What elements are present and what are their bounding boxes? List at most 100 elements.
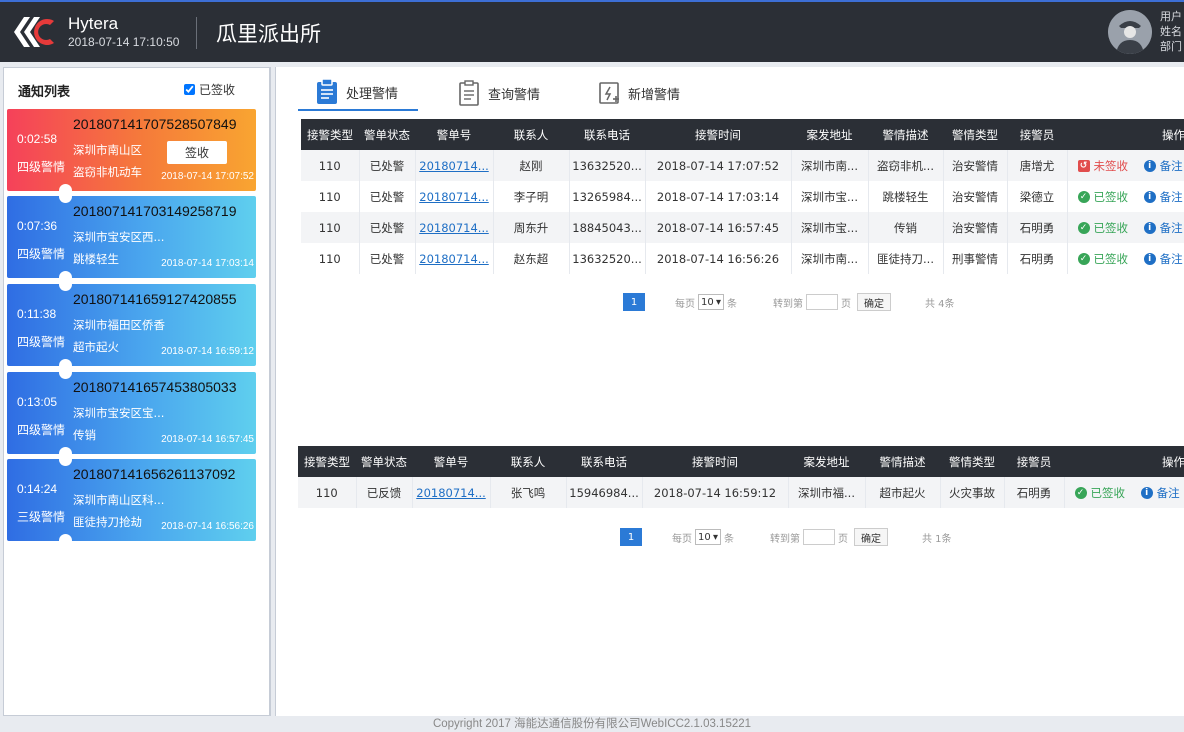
alarm-number-link[interactable]: 20180714...	[416, 486, 486, 500]
notification-card[interactable]: 0:11:38 四级警情 201807141659127420855 深圳市福田…	[7, 278, 256, 372]
notification-card[interactable]: 0:13:05 四级警情 201807141657453805033 深圳市宝安…	[7, 366, 256, 460]
check-icon: ✓	[1077, 222, 1090, 234]
cell-address: 深圳市南...	[791, 243, 869, 274]
cell-description: 传销	[868, 212, 944, 243]
sign-button[interactable]: 签收	[167, 141, 227, 164]
action-label: 备注	[1159, 159, 1183, 173]
note-action[interactable]: i 备注	[1143, 220, 1183, 236]
column-header: 警情描述	[865, 446, 940, 477]
station-name: 瓜里派出所	[216, 22, 321, 46]
signed-action[interactable]: ✓ 已签收	[1077, 220, 1128, 236]
copyright-footer: Copyright 2017 海能达通信股份有限公司WebICC2.1.03.1…	[432, 718, 752, 730]
cell-category: 刑事警情	[943, 243, 1008, 274]
goto-page-input[interactable]	[806, 294, 838, 310]
cell-description: 盗窃非机...	[868, 150, 944, 181]
column-header: 操作	[1064, 446, 1184, 477]
cell-actions: ↺ 未签收 i 备注	[1067, 150, 1184, 181]
info-icon: i	[1143, 160, 1156, 172]
goto-label: 转到第	[773, 298, 803, 310]
pagination-feedback: 1 每页 10 ▾ 条 转到第 页 确定 共 1条	[620, 527, 952, 547]
note-action[interactable]: i 备注	[1140, 485, 1180, 501]
total-count: 共 4条	[925, 298, 955, 310]
column-header: 接警员	[1007, 119, 1067, 150]
column-header: 接警时间	[645, 119, 791, 150]
alarm-description: 跳楼轻生	[73, 252, 119, 266]
notification-card[interactable]: 0:14:24 三级警情 201807141656261137092 深圳市南山…	[7, 453, 256, 547]
page-number-button[interactable]: 1	[620, 528, 642, 546]
check-icon: ✓	[1077, 191, 1090, 203]
alarm-number-link[interactable]: 20180714...	[419, 221, 489, 235]
signed-action[interactable]: ✓ 已签收	[1077, 251, 1129, 267]
column-header: 案发地址	[788, 446, 865, 477]
note-action[interactable]: i 备注	[1143, 158, 1183, 174]
alarm-number-link[interactable]: 20180714...	[419, 190, 489, 204]
note-action[interactable]: i 备注	[1143, 189, 1183, 205]
header-divider	[196, 17, 197, 49]
alarm-time: 2018-07-14 16:59:12	[161, 346, 254, 357]
alarm-number-link[interactable]: 20180714...	[419, 159, 489, 173]
tab-query-alarm[interactable]: 查询警情	[458, 75, 540, 111]
tab-process-alarm[interactable]: 处理警情	[298, 75, 418, 111]
chevron-down-icon: ▾	[712, 531, 718, 543]
tab-add-alarm[interactable]: 新增警情	[598, 75, 680, 111]
check-icon: ✓	[1074, 487, 1087, 499]
alarm-description: 超市起火	[73, 340, 119, 354]
document-search-icon	[459, 80, 479, 106]
signed-label: 已签收	[199, 83, 236, 97]
signed-action[interactable]: ✓ 已签收	[1077, 189, 1128, 205]
user-line: 姓名	[1160, 25, 1182, 38]
cell-phone: 18845043...	[569, 212, 646, 243]
elapsed-time: 0:13:05	[17, 395, 58, 409]
cell-time: 2018-07-14 17:07:52	[645, 150, 792, 181]
signed-checkbox[interactable]	[184, 84, 195, 95]
goto-confirm-button[interactable]: 确定	[854, 528, 888, 546]
table-header-row: 接警类型 警单状态 警单号 联系人 联系电话 接警时间 案发地址 警情描述 警情…	[298, 446, 1184, 477]
table-row: 110 已处警 20180714... 周东升 18845043... 2018…	[301, 212, 1184, 243]
cell-status: 已处警	[359, 243, 416, 274]
page-unit: 页	[841, 298, 851, 310]
notification-card[interactable]: 0:02:58 四级警情 201807141707528507849 深圳市南山…	[7, 109, 256, 197]
column-header: 联系电话	[569, 119, 645, 150]
column-header: 警单状态	[356, 446, 412, 477]
cell-description: 跳楼轻生	[868, 181, 944, 212]
goto-page-input[interactable]	[803, 529, 835, 545]
chevron-down-icon: ▾	[715, 296, 721, 308]
total-count: 共 1条	[922, 533, 952, 545]
current-datetime: 2018-07-14 17:10:50	[68, 35, 180, 49]
cell-description: 匪徒持刀...	[868, 243, 944, 274]
note-action[interactable]: i 备注	[1143, 251, 1183, 267]
action-label: 已签收	[1093, 252, 1129, 266]
per-page-select[interactable]: 10 ▾	[695, 529, 721, 545]
info-icon: i	[1143, 191, 1156, 203]
goto-confirm-button[interactable]: 确定	[857, 293, 891, 311]
cell-status: 已处警	[359, 150, 416, 181]
page-number-button[interactable]: 1	[623, 293, 645, 311]
column-header: 联系人	[493, 119, 569, 150]
alarm-level: 四级警情	[17, 160, 66, 174]
notification-card[interactable]: 0:07:36 四级警情 201807141703149258719 深圳市宝安…	[7, 190, 256, 284]
cell-category: 治安警情	[943, 181, 1008, 212]
per-page-label: 每页	[672, 533, 692, 545]
user-avatar-icon[interactable]	[1108, 10, 1152, 54]
cell-contact: 李子明	[493, 181, 570, 212]
signed-filter[interactable]: 已签收	[184, 81, 235, 98]
alarm-level: 四级警情	[17, 335, 66, 349]
per-page-select[interactable]: 10 ▾	[698, 294, 724, 310]
tab-label: 查询警情	[488, 87, 541, 103]
elapsed-time: 0:11:38	[17, 307, 57, 321]
cell-description: 超市起火	[865, 477, 941, 508]
alarm-number-link[interactable]: 20180714...	[419, 252, 489, 266]
alarm-address: 深圳市南山区	[73, 143, 142, 157]
signed-action[interactable]: ✓ 已签收	[1074, 485, 1125, 501]
cell-time: 2018-07-14 16:57:45	[645, 212, 792, 243]
cell-contact: 赵刚	[493, 150, 570, 181]
table-header-row: 接警类型 警单状态 警单号 联系人 联系电话 接警时间 案发地址 警情描述 警情…	[301, 119, 1184, 150]
cell-contact: 周东升	[493, 212, 570, 243]
alarm-number: 201807141703149258719	[73, 203, 237, 219]
unsigned-action[interactable]: ↺ 未签收	[1077, 158, 1128, 174]
cell-time: 2018-07-14 16:59:12	[642, 477, 789, 508]
elapsed-time: 0:14:24	[17, 482, 58, 496]
cell-status: 已反馈	[356, 477, 413, 508]
pagination-pending: 1 每页 10 ▾ 条 转到第 页 确定 共 4条	[623, 292, 955, 312]
alarm-time: 2018-07-14 16:57:45	[161, 434, 254, 445]
